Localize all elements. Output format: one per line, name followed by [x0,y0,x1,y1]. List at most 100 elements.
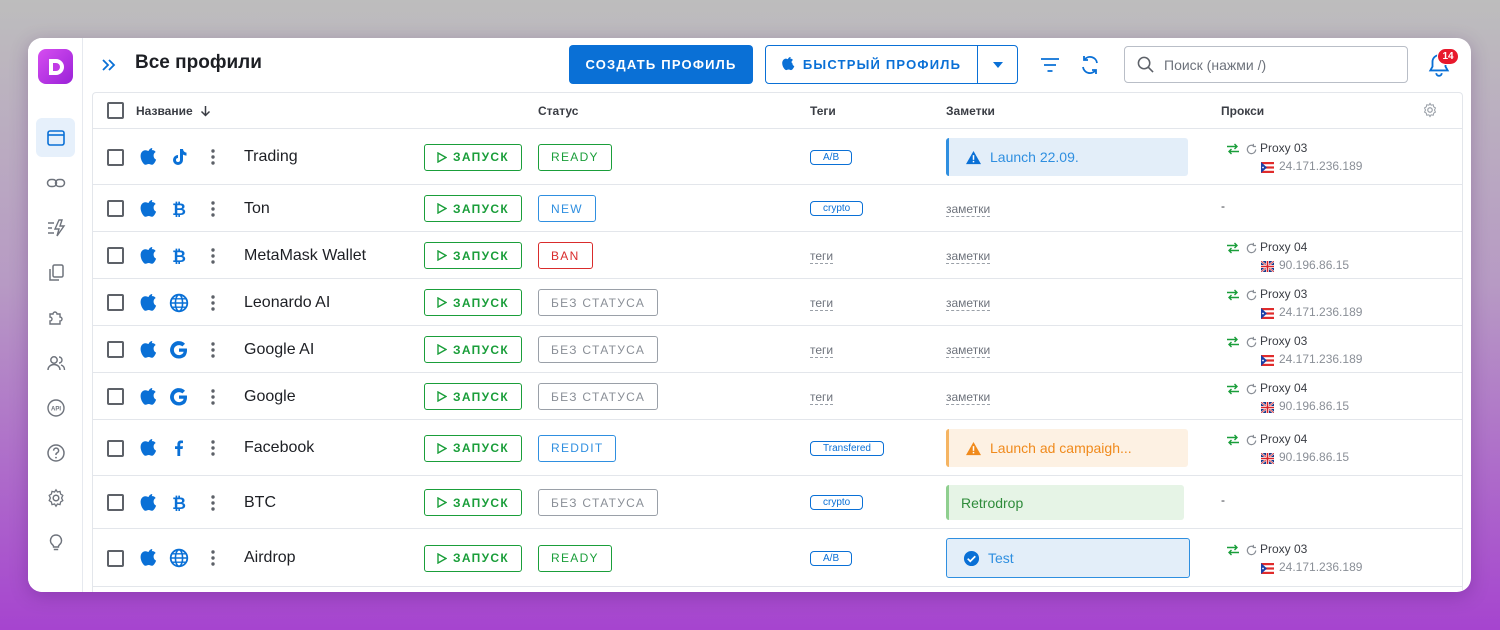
proxy-cell[interactable]: Proxy 03 24.171.236.189 [1226,541,1406,577]
status-badge[interactable]: READY [538,143,612,171]
row-checkbox[interactable] [107,247,124,264]
more-options-icon[interactable] [210,200,216,218]
table-row[interactable]: Google ЗАПУСК БЕЗ СТАТУСА теги заметки Proxy… [93,373,1462,420]
run-button[interactable]: ЗАПУСК [424,242,522,269]
quick-profile-dropdown[interactable] [978,46,1017,83]
quick-profile-button[interactable]: БЫСТРЫЙ ПРОФИЛЬ [766,46,978,83]
note-card[interactable]: Test [946,538,1190,578]
status-badge[interactable]: БЕЗ СТАТУСА [538,289,659,316]
status-badge[interactable]: БЕЗ СТАТУСА [538,489,659,516]
row-checkbox[interactable] [107,341,124,358]
note-card[interactable]: Launch 22.09. [946,138,1188,176]
row-checkbox[interactable] [107,200,124,217]
settings-icon[interactable] [36,478,75,517]
expand-sidebar-icon[interactable] [99,55,119,75]
table-settings-icon[interactable] [1422,102,1438,118]
tag-badge[interactable]: A/B [810,149,853,165]
profile-name[interactable]: BTC [244,494,276,512]
status-badge[interactable]: BAN [538,242,593,269]
swap-icon[interactable] [1226,335,1240,349]
status-badge[interactable]: NEW [538,195,596,222]
proxy-cell[interactable]: Proxy 04 90.196.86.15 [1226,239,1406,275]
search-input[interactable] [1164,56,1384,73]
rotate-icon[interactable] [1245,242,1258,255]
table-row[interactable]: Google AI ЗАПУСК БЕЗ СТАТУСА теги заметки Pr… [93,326,1462,373]
note-card[interactable]: Launch ad campaigh... [946,429,1188,467]
api-icon[interactable]: API [36,388,75,427]
tags-placeholder[interactable]: теги [810,296,834,311]
copy-icon[interactable] [36,253,75,292]
automation-icon[interactable] [36,208,75,247]
rotate-icon[interactable] [1245,336,1258,349]
row-checkbox[interactable] [107,294,124,311]
table-row[interactable]: Facebook ЗАПУСК REDDIT Transfered Launch ad … [93,420,1462,476]
proxy-cell[interactable]: Proxy 04 90.196.86.15 [1226,380,1406,416]
status-badge[interactable]: БЕЗ СТАТУСА [538,336,659,363]
run-button[interactable]: ЗАПУСК [424,434,522,462]
swap-icon[interactable] [1226,543,1240,557]
profile-name[interactable]: Google AI [244,341,314,359]
notes-placeholder[interactable]: заметки [946,249,991,264]
filter-icon[interactable] [1039,54,1061,76]
proxy-cell[interactable]: Proxy 03 24.171.236.189 [1226,286,1406,322]
run-button[interactable]: ЗАПУСК [424,489,522,516]
run-button[interactable]: ЗАПУСК [424,383,522,410]
more-options-icon[interactable] [210,549,216,567]
swap-icon[interactable] [1226,382,1240,396]
run-button[interactable]: ЗАПУСК [424,544,522,572]
notes-placeholder[interactable]: заметки [946,343,991,358]
row-checkbox[interactable] [107,388,124,405]
tags-placeholder[interactable]: теги [810,390,834,405]
more-options-icon[interactable] [210,247,216,265]
row-checkbox[interactable] [107,439,124,457]
help-icon[interactable] [36,433,75,472]
table-row[interactable]: ₿ Ton ЗАПУСК NEW crypto заметки - [93,185,1462,232]
row-checkbox[interactable] [107,494,124,511]
extensions-icon[interactable] [36,298,75,337]
tag-badge[interactable]: A/B [810,550,853,566]
proxy-cell[interactable]: Proxy 04 90.196.86.15 [1226,431,1406,467]
create-profile-button[interactable]: СОЗДАТЬ ПРОФИЛЬ [569,45,753,84]
rotate-icon[interactable] [1245,143,1258,156]
swap-icon[interactable] [1226,241,1240,255]
profile-name[interactable]: Airdrop [244,549,296,567]
note-card[interactable]: Retrodrop [946,485,1184,520]
status-badge[interactable]: READY [538,544,612,572]
column-name[interactable]: Название [136,104,211,118]
profile-name[interactable]: Facebook [244,439,314,457]
rotate-icon[interactable] [1245,434,1258,447]
notes-placeholder[interactable]: заметки [946,390,991,405]
notes-placeholder[interactable]: заметки [946,202,991,217]
refresh-icon[interactable] [1079,54,1101,76]
row-checkbox[interactable] [107,549,124,567]
profile-name[interactable]: Trading [244,148,298,166]
rotate-icon[interactable] [1245,383,1258,396]
profile-name[interactable]: Ton [244,200,270,218]
swap-icon[interactable] [1226,288,1240,302]
more-options-icon[interactable] [210,494,216,512]
run-button[interactable]: ЗАПУСК [424,289,522,316]
users-icon[interactable] [36,343,75,382]
lightbulb-icon[interactable] [36,523,75,562]
profiles-icon[interactable] [36,118,75,157]
link-icon[interactable] [36,163,75,202]
more-options-icon[interactable] [210,388,216,406]
more-options-icon[interactable] [210,439,216,457]
tag-badge[interactable]: crypto [810,495,864,510]
run-button[interactable]: ЗАПУСК [424,336,522,363]
select-all-checkbox[interactable] [107,102,124,119]
status-badge[interactable]: REDDIT [538,434,617,462]
profile-name[interactable]: MetaMask Wallet [244,247,366,265]
table-row[interactable]: Leonardo AI ЗАПУСК БЕЗ СТАТУСА теги заметки … [93,279,1462,326]
table-row[interactable]: ₿ MetaMask Wallet ЗАПУСК BAN теги заметки Pro… [93,232,1462,279]
rotate-icon[interactable] [1245,544,1258,557]
app-logo[interactable] [38,49,73,84]
more-options-icon[interactable] [210,294,216,312]
tags-placeholder[interactable]: теги [810,343,834,358]
more-options-icon[interactable] [210,341,216,359]
profile-name[interactable]: Google [244,388,296,406]
tag-badge[interactable]: Transfered [810,440,884,456]
status-badge[interactable]: БЕЗ СТАТУСА [538,383,659,410]
table-row[interactable]: ₿ BTC ЗАПУСК БЕЗ СТАТУСА crypto Retrodrop - [93,476,1462,529]
run-button[interactable]: ЗАПУСК [424,195,522,222]
